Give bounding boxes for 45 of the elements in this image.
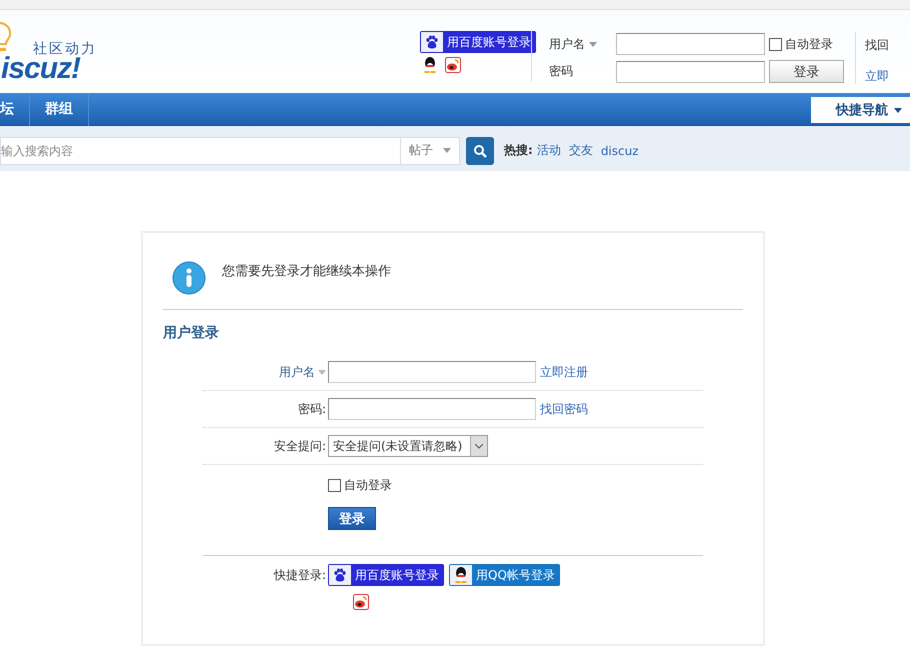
paw-icon xyxy=(425,35,439,49)
form-link[interactable]: 立即注册 xyxy=(540,364,588,380)
security-question-select[interactable]: 安全提问(未设置请忽略) xyxy=(328,435,488,457)
password-field[interactable] xyxy=(616,60,765,82)
login-button[interactable]: 登录 xyxy=(769,60,844,83)
search-button[interactable] xyxy=(466,136,494,164)
caret-icon xyxy=(589,42,597,46)
chevron-icon xyxy=(475,444,483,448)
social-login-button[interactable]: 用百度账号登录 xyxy=(328,564,444,586)
auto-login-checkbox[interactable]: 自动登录 xyxy=(769,36,849,52)
hot-search-link[interactable]: discuz xyxy=(600,144,639,158)
login-title: 用户登录 xyxy=(163,324,220,342)
text-field[interactable] xyxy=(328,398,536,420)
baidu-login-button[interactable]: 用百度账号登录 xyxy=(420,31,536,53)
hot-search-label: 热搜: xyxy=(504,142,533,159)
quick-nav-button[interactable]: 快捷导航 xyxy=(811,97,910,123)
penguin-icon xyxy=(454,567,468,583)
weibo-icon xyxy=(445,57,461,73)
search-icon xyxy=(473,144,487,158)
paw-icon xyxy=(333,568,347,582)
submit-button[interactable]: 登录 xyxy=(328,507,376,530)
password-label: 密码 xyxy=(549,63,574,80)
caret-icon xyxy=(318,370,326,374)
caret-icon xyxy=(443,148,451,153)
search-scope-select[interactable]: 帖子 xyxy=(400,136,460,164)
field-label: 安全提问: xyxy=(272,438,327,454)
header-link[interactable]: 立即 xyxy=(865,68,889,85)
penguin-icon xyxy=(423,57,437,73)
form-link[interactable]: 找回密码 xyxy=(540,400,588,418)
field-label: 用户名 xyxy=(203,364,328,380)
login-required-message: 您需要先登录才能继续本操作 xyxy=(222,263,391,280)
caret-icon xyxy=(894,108,902,112)
auto-login-checkbox[interactable]: 自动登录 xyxy=(328,476,392,494)
username-field[interactable] xyxy=(616,33,765,55)
search-field[interactable]: 输入搜索内容 xyxy=(0,136,400,164)
hot-search-link[interactable]: 活动 xyxy=(536,142,561,159)
quick-login-label: 快捷登录: xyxy=(272,566,327,584)
weibo-icon xyxy=(353,594,369,610)
text-field[interactable] xyxy=(328,361,536,383)
header-link[interactable]: 找回 xyxy=(865,37,889,54)
username-label: 用户名 xyxy=(549,36,616,52)
social-login-button[interactable]: 用QQ帐号登录 xyxy=(449,564,560,586)
field-label: 密码: xyxy=(296,400,327,418)
info-icon xyxy=(172,261,206,295)
hot-search-link[interactable]: 交友 xyxy=(568,142,593,159)
